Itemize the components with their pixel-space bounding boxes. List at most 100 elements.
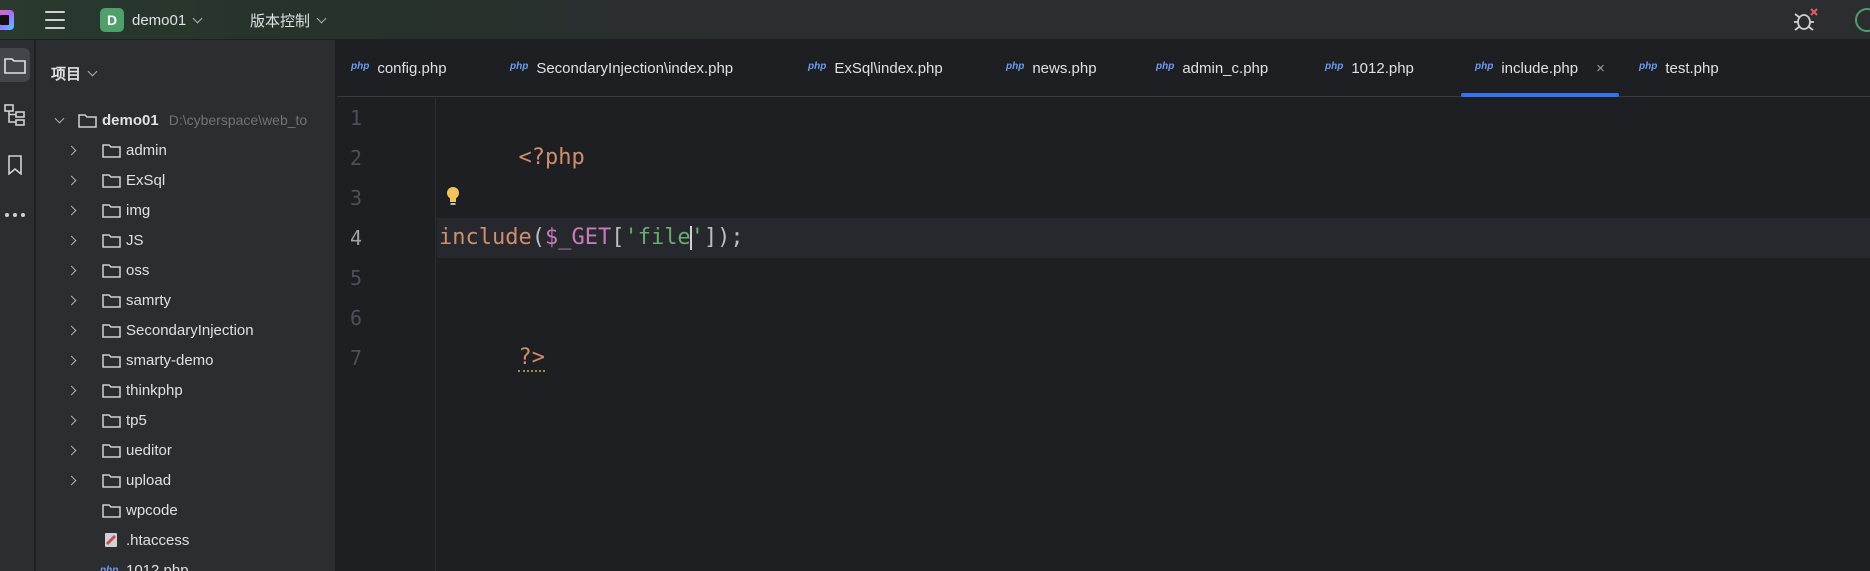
php-file-icon: php [1639,61,1658,72]
chevron-right-icon[interactable] [66,175,77,185]
editor-tab-bar: php config.php php SecondaryInjection\index… [337,40,1870,97]
vcs-menu[interactable]: 版本控制 [250,7,327,33]
folder-icon [102,173,121,188]
tree-item-label: admin [126,141,167,159]
line-number-gutter: 1 2 3 4 5 6 7 [337,98,437,571]
tree-item[interactable]: smarty-demo [36,345,335,375]
tree-item[interactable]: SecondaryInjection [36,315,335,345]
tree-item[interactable]: ExSql [36,165,335,195]
editor-tab[interactable]: php news.php [1006,40,1097,97]
php-file-icon: php [1156,61,1175,72]
main-menu-icon[interactable] [45,11,65,29]
chevron-right-icon[interactable] [66,445,77,455]
tree-item[interactable]: oss [36,255,335,285]
folder-icon [102,473,121,488]
editor-tab[interactable]: php admin_c.php [1156,40,1268,97]
tree-root[interactable]: demo01 D:\cyberspace\web_to [36,105,335,135]
project-tree: demo01 D:\cyberspace\web_to admin ExSql img… [36,105,335,571]
line-number: 5 [350,266,363,290]
chevron-right-icon[interactable] [66,325,77,335]
folder-icon [102,443,121,458]
chevron-right-icon[interactable] [66,415,77,425]
include-keyword: include [439,225,532,250]
project-panel: 项目 demo01 D:\cyberspace\web_to admin ExSql… [36,40,336,571]
line-number: 1 [350,106,363,130]
chevron-right-icon[interactable] [66,235,77,245]
tree-item[interactable]: php 1012.php [36,555,335,571]
editor-tab-label: test.php [1665,60,1719,77]
root-path: D:\cyberspace\web_to [168,111,308,128]
folder-icon [102,203,121,218]
tree-item[interactable]: upload [36,465,335,495]
php-close-tag: ?> [518,345,545,372]
chevron-right-icon[interactable] [66,265,77,275]
folder-icon [102,413,121,428]
editor-tab[interactable]: php include.php × [1461,40,1619,97]
tree-item[interactable]: thinkphp [36,375,335,405]
code-line-6: ?> [439,298,545,372]
php-file-icon: php [808,61,827,72]
debug-bug-icon[interactable] [1793,8,1819,32]
line-number: 2 [350,146,363,170]
close-icon[interactable]: × [1596,60,1605,77]
tree-item-label: smarty-demo [126,351,214,369]
tree-item-label: tp5 [126,411,147,429]
editor-tab-label: ExSql\index.php [834,60,943,77]
editor-tab[interactable]: php config.php [351,40,447,97]
tree-item-label: thinkphp [126,381,183,399]
project-panel-title: 项目 [51,66,82,83]
tree-item[interactable]: samrty [36,285,335,315]
tree-item-label: SecondaryInjection [126,321,254,339]
chevron-down-icon[interactable] [54,113,65,123]
ide-window: D demo01 版本控制 项目 demo01 D:\cyberspace\we… [0,0,1870,571]
project-switcher[interactable]: D demo01 [100,7,203,33]
folder-icon [78,113,97,128]
project-panel-header[interactable]: 项目 [51,63,98,84]
php-open-tag: <?php [518,145,585,170]
get-variable: $_GET [544,225,612,250]
chevron-right-icon[interactable] [66,145,77,155]
folder-icon [102,143,121,158]
tree-item-label: samrty [126,291,171,309]
chevron-right-icon[interactable] [66,385,77,395]
editor-tab-label: SecondaryInjection\index.php [536,60,734,77]
line-number: 3 [350,186,363,210]
code-editor[interactable]: 1 2 3 4 5 6 7 <?php include($_GET['file']); ?> [337,98,1870,571]
chevron-down-icon [87,66,98,77]
folder-icon [102,383,121,398]
project-badge: D [100,8,124,32]
tree-item[interactable]: tp5 [36,405,335,435]
tree-item[interactable]: wpcode [36,495,335,525]
editor-tab-label: admin_c.php [1182,60,1269,77]
project-tool-button[interactable] [0,48,30,82]
lightbulb-icon[interactable] [445,186,461,208]
folder-icon [102,503,121,518]
bookmarks-tool-button[interactable] [0,148,30,182]
plugin-icon[interactable] [1855,8,1870,32]
tree-item[interactable]: .htaccess [36,525,335,555]
editor-tab-label: config.php [377,60,447,77]
editor-tab[interactable]: php 1012.php [1325,40,1414,97]
tree-item[interactable]: img [36,195,335,225]
vcs-label: 版本控制 [250,12,311,30]
htaccess-file-icon [105,533,117,547]
tree-item[interactable]: ueditor [36,435,335,465]
chevron-right-icon[interactable] [66,355,77,365]
code-line-1: <?php [439,98,584,170]
structure-tool-button[interactable] [0,98,30,132]
line-number: 4 [350,226,363,250]
folder-icon [102,323,121,338]
editor-tab[interactable]: php ExSql\index.php [808,40,943,97]
editor-tab[interactable]: php SecondaryInjection\index.php [510,40,733,97]
project-name: demo01 [132,11,187,29]
title-bar: D demo01 版本控制 [0,0,1870,40]
more-tools-button[interactable] [0,198,30,232]
code-line-4: include($_GET['file']); [439,225,744,250]
php-file-icon: php [510,61,529,72]
chevron-right-icon[interactable] [66,295,77,305]
tree-item[interactable]: admin [36,135,335,165]
chevron-right-icon[interactable] [66,205,77,215]
editor-tab[interactable]: php test.php [1639,40,1719,97]
chevron-right-icon[interactable] [66,475,77,485]
tree-item[interactable]: JS [36,225,335,255]
